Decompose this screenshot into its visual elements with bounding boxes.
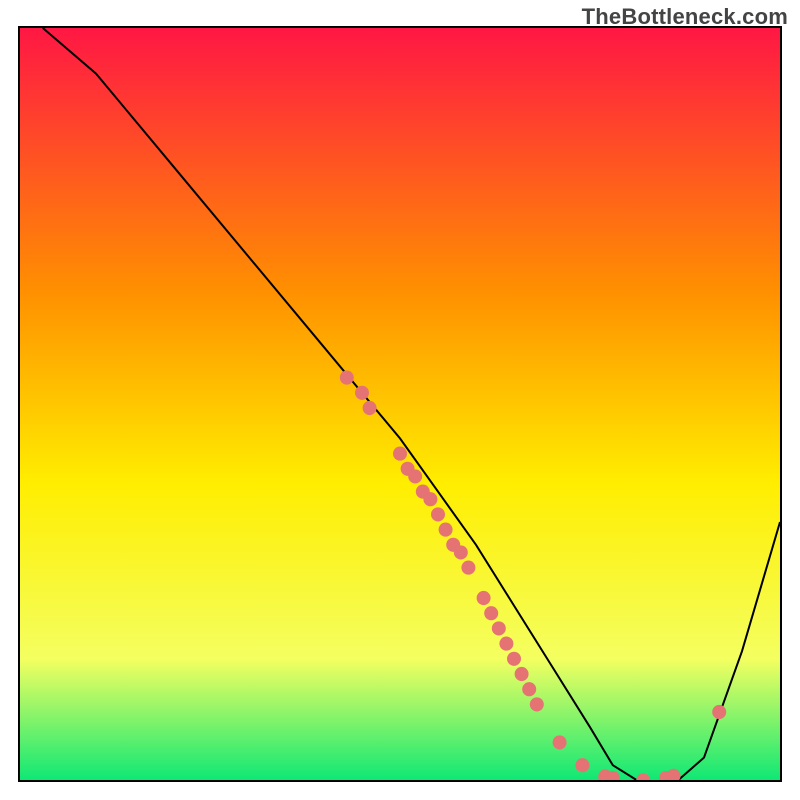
chart-container: TheBottleneck.com [0,0,800,800]
scatter-left-cluster [340,371,354,385]
scatter-mid-cluster [423,492,437,506]
scatter-lower-cluster [492,621,506,635]
scatter-lower-cluster [515,667,529,681]
scatter-left-cluster [363,401,377,415]
scatter-lower-cluster [499,637,513,651]
scatter-markers [340,371,726,782]
scatter-lower-cluster [522,682,536,696]
scatter-mid-cluster [439,523,453,537]
plot-overlay [20,28,780,782]
plot-frame [18,26,782,782]
watermark-text: TheBottleneck.com [582,4,788,30]
scatter-mid-cluster [408,469,422,483]
scatter-valley [667,769,681,782]
scatter-right [712,705,726,719]
scatter-lower-cluster [477,591,491,605]
scatter-left-cluster [355,386,369,400]
scatter-mid-cluster [461,561,475,575]
scatter-lower-cluster [530,697,544,711]
scatter-lower-cluster [507,652,521,666]
scatter-valley [636,773,650,782]
scatter-lower-cluster [484,606,498,620]
scatter-valley [575,758,589,772]
scatter-mid-cluster [431,507,445,521]
scatter-valley [553,735,567,749]
scatter-mid-cluster [393,447,407,461]
bottleneck-curve [43,28,780,782]
scatter-mid-cluster [454,545,468,559]
